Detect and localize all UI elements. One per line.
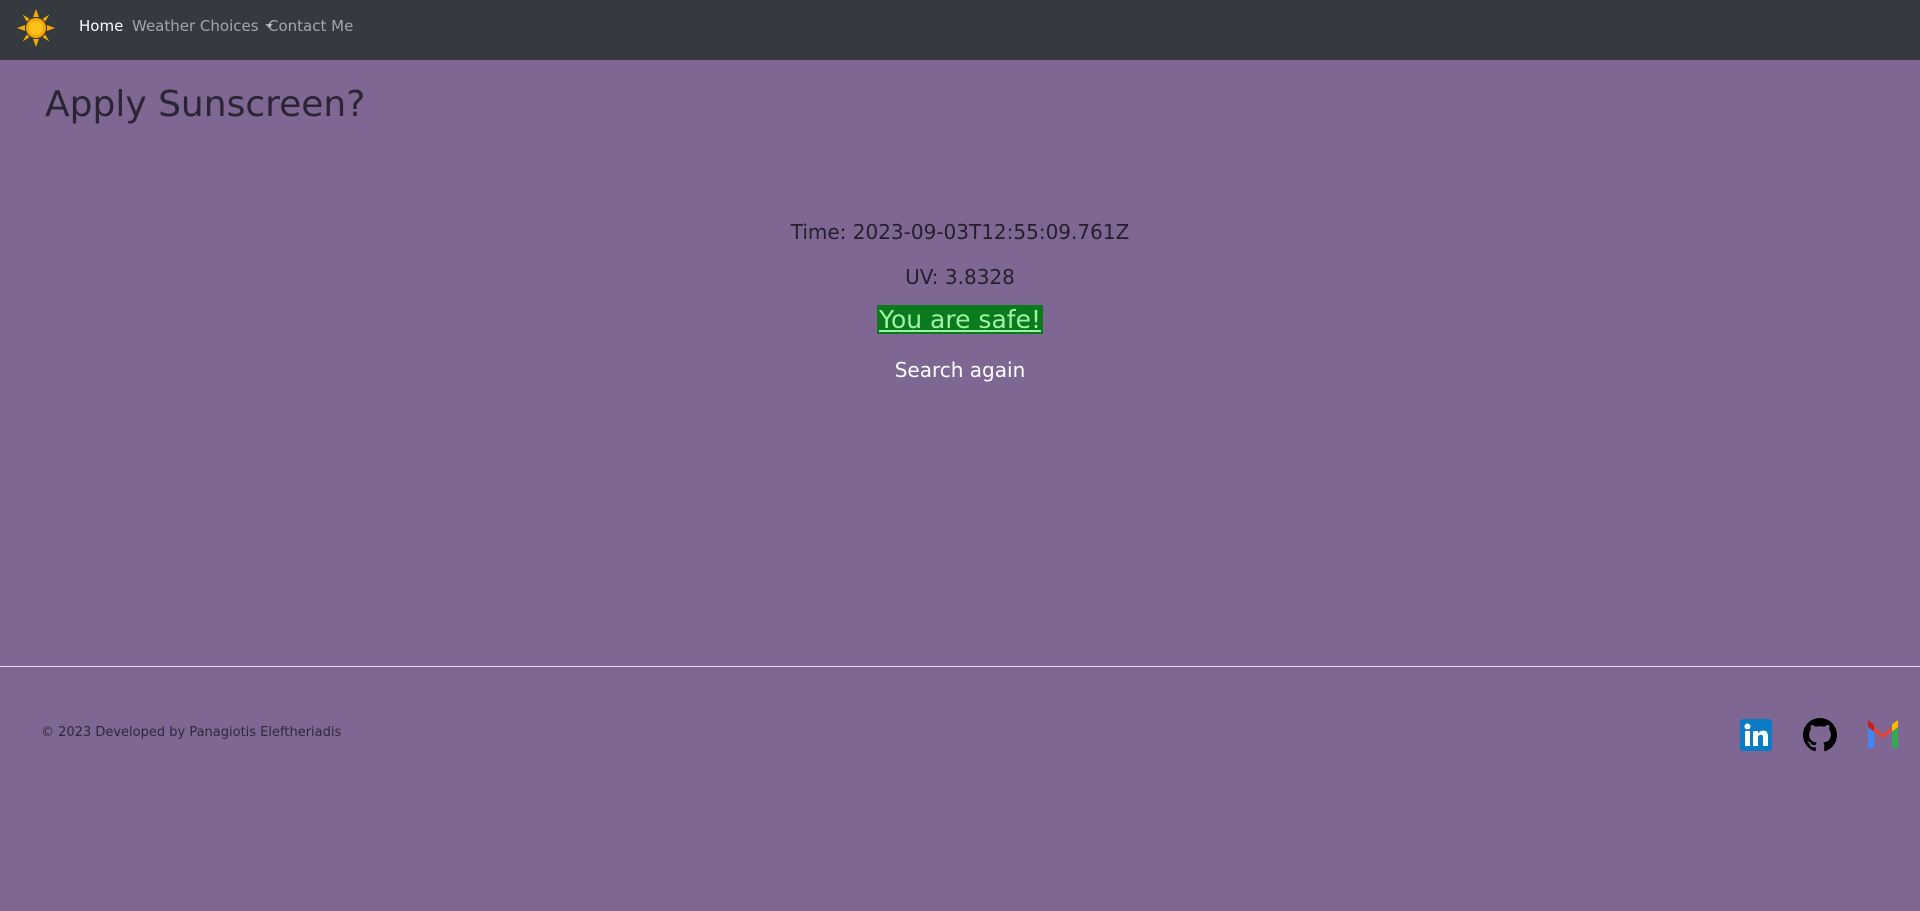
nav-weather-choices-label: Weather Choices — [132, 17, 259, 35]
nav-weather-choices-dropdown[interactable]: Weather Choices — [132, 17, 273, 35]
page-title: Apply Sunscreen? — [45, 84, 366, 125]
gmail-link[interactable] — [1866, 718, 1900, 752]
footer-copyright: © 2023 Developed by Panagiotis Eleftheri… — [41, 725, 342, 740]
safety-status-badge: You are safe! — [877, 305, 1043, 334]
uv-text: UV: 3.8328 — [905, 265, 1015, 289]
search-again-link[interactable]: Search again — [895, 358, 1026, 382]
github-icon — [1803, 718, 1837, 752]
time-text: Time: 2023-09-03T12:55:09.761Z — [790, 220, 1130, 244]
nav-home-link[interactable]: Home — [79, 17, 123, 35]
sun-icon — [17, 9, 55, 47]
github-link[interactable] — [1803, 718, 1837, 752]
nav-contact-link[interactable]: Contact Me — [268, 17, 353, 35]
linkedin-icon — [1740, 719, 1772, 751]
gmail-icon — [1868, 720, 1898, 748]
footer-divider — [0, 666, 1920, 667]
status-container: You are safe! — [0, 305, 1920, 334]
search-again-container: Search again — [0, 358, 1920, 382]
brand-logo[interactable] — [16, 8, 56, 48]
linkedin-link[interactable] — [1739, 718, 1773, 752]
navbar: Home Weather Choices Contact Me — [0, 0, 1920, 60]
